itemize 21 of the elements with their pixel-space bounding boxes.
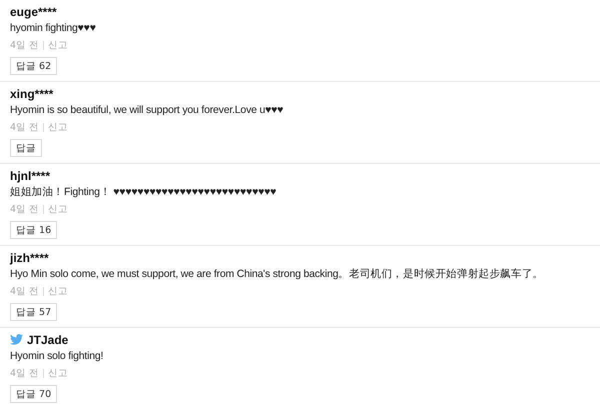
comment-text: 姐姐加油！Fighting！ ♥♥♥♥♥♥♥♥♥♥♥♥♥♥♥♥♥♥♥♥♥♥♥♥♥♥♥ (10, 186, 278, 199)
comment-time: 4일 전 (10, 121, 40, 134)
reply-button[interactable]: 답글 16 (10, 221, 58, 239)
reply-button[interactable]: 답글 62 (10, 57, 58, 75)
reply-button[interactable]: 답글 (10, 139, 42, 157)
comment-text: Hyomin solo fighting! (10, 350, 104, 363)
comment-time: 4일 전 (10, 203, 40, 216)
comment-time: 4일 전 (10, 39, 40, 52)
comment-text: hyomin fighting♥♥♥ (10, 22, 97, 35)
reply-button[interactable]: 답글 70 (10, 385, 58, 403)
user-name: xing**** (10, 86, 54, 100)
comment-time: 4일 전 (10, 367, 40, 380)
user-name: hjnl**** (10, 168, 50, 182)
user-name: euge**** (10, 4, 57, 18)
user-name: jizh**** (10, 250, 49, 264)
comment-text: Hyomin is so beautiful, we will support you forever.Love u♥♥♥ (10, 104, 284, 117)
bird-icon (10, 334, 23, 345)
comment-time: 4일 전 (10, 285, 40, 298)
comment-text: Hyo Min solo come, we must support, we are from China's strong backing。老司机们，是时候开始弹射起步飙车了。 (10, 268, 544, 281)
reply-button[interactable]: 답글 57 (10, 303, 58, 321)
user-name: JTJade (27, 332, 68, 346)
